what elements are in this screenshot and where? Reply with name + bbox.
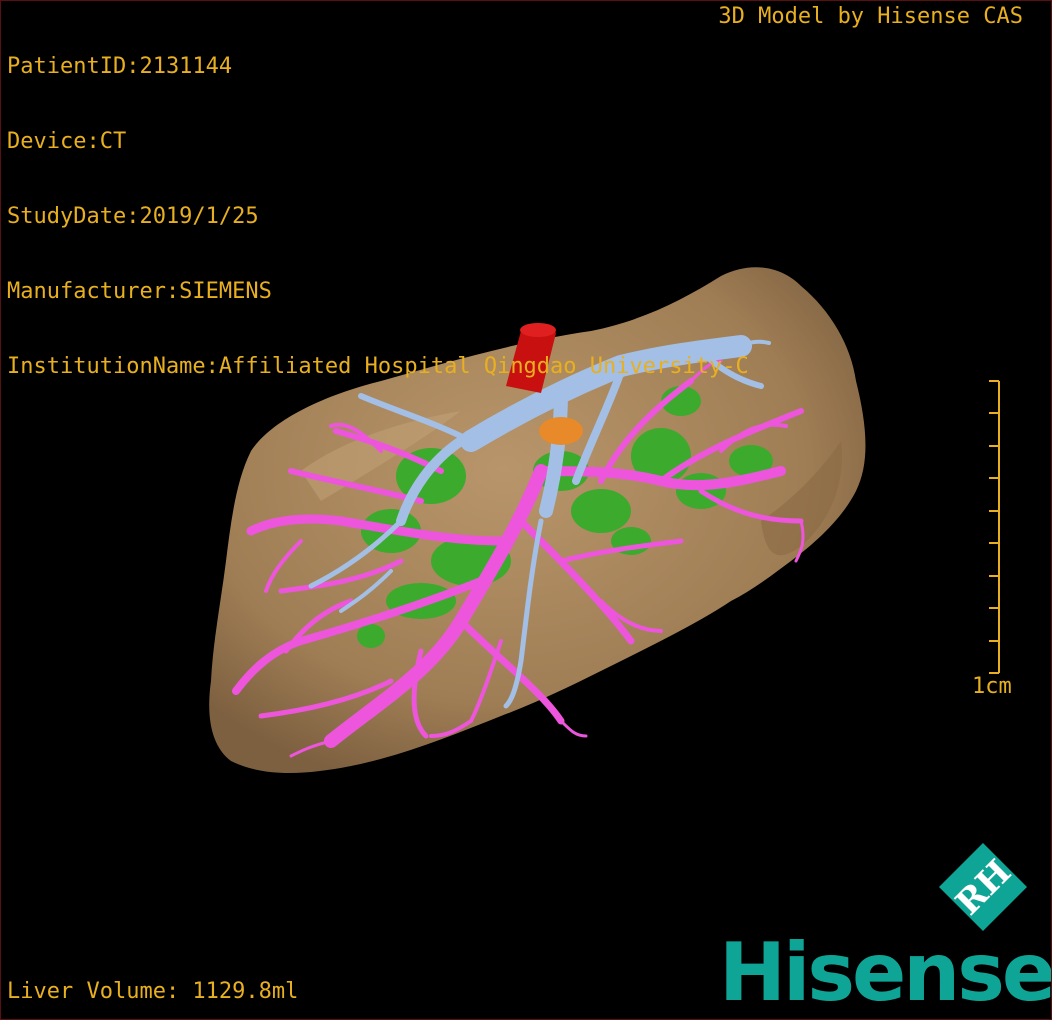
model-credit: 3D Model by Hisense CAS [718, 4, 1023, 29]
logo-mark-text: RH [948, 852, 1019, 923]
hisense-wordmark: Hisense [719, 926, 1052, 1019]
scale-bar [989, 380, 1000, 674]
manufacturer: Manufacturer:SIEMENS [7, 279, 272, 304]
liver-volume: Liver Volume: 1129.8ml [7, 979, 299, 1004]
patient-info-overlay: PatientID:2131144 Device:CT StudyDate:20… [7, 4, 749, 429]
hisense-rh-diamond-icon: RH [939, 843, 1027, 931]
device: Device:CT [7, 129, 127, 154]
patient-id: PatientID:2131144 [7, 54, 233, 79]
3d-viewer-viewport[interactable]: PatientID:2131144 Device:CT StudyDate:20… [0, 0, 1052, 1020]
scale-bar-label: 1cm [972, 674, 1012, 699]
study-date: StudyDate:2019/1/25 [7, 204, 259, 229]
institution-name: InstitutionName:Affiliated Hospital Qing… [7, 354, 749, 379]
